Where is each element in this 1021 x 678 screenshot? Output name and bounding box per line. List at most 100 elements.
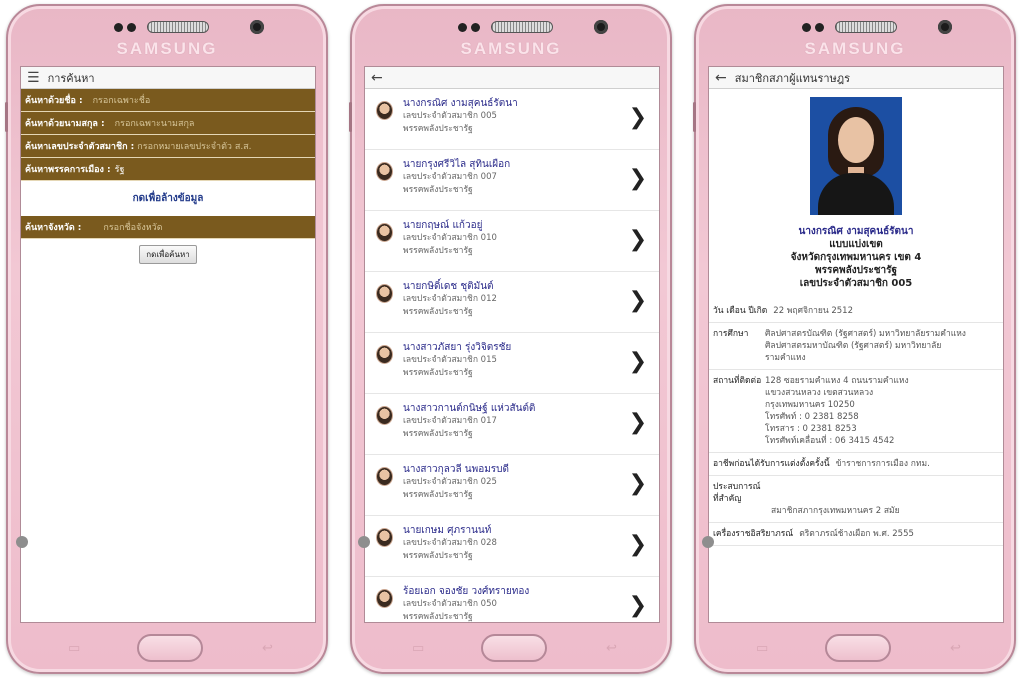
home-button[interactable] <box>481 634 547 662</box>
brand-logo: SAMSUNG <box>804 39 906 58</box>
back-arrow-icon[interactable]: ← <box>371 70 383 86</box>
contact-line: โทรศัพท์ : 0 2381 8258 <box>765 412 859 422</box>
field-label: ค้นหาจังหวัด : <box>25 223 82 233</box>
surname-search-input[interactable]: กรอกเฉพาะนามสกุล <box>115 116 195 130</box>
avatar <box>376 284 393 303</box>
sensor-icon <box>127 23 136 32</box>
contact-value: 128 ซอยรามคำแหง 4 ถนนรามคำแหง แขวงสวนหลว… <box>765 375 909 447</box>
list-item[interactable]: นายกษิดิ์เดช ชุติมันต์ เลขประจำตัวสมาชิก … <box>365 272 659 333</box>
member-name: นางกรณิศ งามสุคนธ์รัตนา <box>403 98 518 109</box>
sensor-icon <box>471 23 480 32</box>
back-key-icon[interactable]: ↩ <box>950 641 961 656</box>
chevron-right-icon[interactable]: ❯ <box>629 349 647 374</box>
avatar <box>376 345 393 364</box>
avatar <box>376 101 393 120</box>
list-item[interactable]: นางสาวกุลวลี นพอมรบดี เลขประจำตัวสมาชิก 0… <box>365 455 659 516</box>
chevron-right-icon[interactable]: ❯ <box>629 532 647 557</box>
member-id-search-row: ค้นหาเลขประจำตัวสมาชิก : กรอกหมายเลขประจ… <box>21 135 315 158</box>
volume-key <box>5 102 8 132</box>
back-key-icon[interactable]: ↩ <box>262 641 273 656</box>
member-district: จังหวัดกรุงเทพมหานคร เขต 4 <box>790 252 922 263</box>
volume-key <box>349 102 352 132</box>
list-item[interactable]: นายกฤษณ์ แก้วอยู่ เลขประจำตัวสมาชิก 010 พร… <box>365 211 659 272</box>
name-search-row: ค้นหาด้วยชื่อ : กรอกเฉพาะชื่อ <box>21 89 315 112</box>
education-row: การศึกษา ศิลปศาสตรบัณฑิต (รัฐศาสตร์) มหา… <box>709 323 1003 370</box>
chevron-right-icon[interactable]: ❯ <box>629 471 647 496</box>
sensor-icon <box>458 23 467 32</box>
chevron-right-icon[interactable]: ❯ <box>629 410 647 435</box>
member-name: นายกรุงศรีวิไล สุทินเผือก <box>403 159 511 170</box>
volume-key <box>693 102 696 132</box>
list-item[interactable]: นายเกษม ศุภรานนท์ เลขประจำตัวสมาชิก 028 พร… <box>365 516 659 577</box>
speaker-grille <box>147 21 209 33</box>
recent-apps-icon[interactable]: ▭ <box>68 641 80 656</box>
education-line: ศิลปศาสตรมหาบัณฑิต (รัฐศาสตร์) มหาวิทยาล… <box>765 341 942 351</box>
member-id: เลขประจำตัวสมาชิก 015 <box>403 355 497 365</box>
contact-line: แขวงสวนหลวง เขตสวนหลวง <box>765 388 874 398</box>
scroll-handle[interactable] <box>702 536 714 548</box>
contact-line: 128 ซอยรามคำแหง 4 ถนนรามคำแหง <box>765 376 909 386</box>
party-search-input[interactable]: รัฐ <box>115 162 125 176</box>
list-item[interactable]: นางสาวภัสยา รุ่งวิจิตรชัย เลขประจำตัวสมาช… <box>365 333 659 394</box>
education-line: รามคำแหง <box>765 353 806 363</box>
party-search-row: ค้นหาพรรคการเมือง : รัฐ <box>21 158 315 181</box>
back-arrow-icon[interactable]: ← <box>715 70 727 86</box>
birth-label: วัน เดือน ปีเกิด <box>713 306 768 316</box>
page-title: สมาชิกสภาผู้แทนราษฎร <box>734 71 851 85</box>
screen-member-detail: ← สมาชิกสภาผู้แทนราษฎร นางกรณิศ งามสุคนธ… <box>708 66 1004 623</box>
member-name: นางสาวกานต์กนิษฐ์ แห่วสันต์ติ <box>403 403 536 414</box>
chevron-right-icon[interactable]: ❯ <box>629 166 647 191</box>
experience-label: ประสบการณ์ที่สำคัญ <box>713 482 761 504</box>
recent-apps-icon[interactable]: ▭ <box>756 641 768 656</box>
chevron-right-icon[interactable]: ❯ <box>629 227 647 252</box>
brand-logo: SAMSUNG <box>460 39 562 58</box>
sensor-icon <box>802 23 811 32</box>
app-bar: ← <box>365 67 659 89</box>
clear-data-link[interactable]: กดเพื่อล้างข้อมูล <box>21 181 315 216</box>
member-name: นางกรณิศ งามสุคนธ์รัตนา <box>798 226 914 237</box>
list-item[interactable]: นางกรณิศ งามสุคนธ์รัตนาเลขประจำตัวสมาชิก… <box>365 89 659 150</box>
scroll-handle[interactable] <box>16 536 28 548</box>
app-bar: ☰ การค้นหา <box>21 67 315 89</box>
member-id-search-input[interactable]: กรอกหมายเลขประจำตัว ส.ส. <box>137 139 251 153</box>
phone-top-bezel: SAMSUNG <box>8 6 326 66</box>
scroll-handle[interactable] <box>358 536 370 548</box>
member-id: เลขประจำตัวสมาชิก 005 <box>799 278 913 289</box>
chevron-right-icon[interactable]: ❯ <box>629 288 647 313</box>
member-party: พรรคพลังประชารัฐ <box>403 490 473 500</box>
search-button[interactable]: กดเพื่อค้นหา <box>139 244 197 264</box>
home-button[interactable] <box>137 634 203 662</box>
decoration-label: เครื่องราชอิสริยาภรณ์ <box>713 529 794 539</box>
member-id: เลขประจำตัวสมาชิก 050 <box>403 599 497 609</box>
list-item[interactable]: ร้อยเอก จองชัย วงศ์ทรายทองเลขประจำตัวสมา… <box>365 577 659 622</box>
member-id: เลขประจำตัวสมาชิก 007 <box>403 172 497 182</box>
birth-value: 22 พฤศจิกายน 2512 <box>773 306 853 316</box>
list-item[interactable]: นายกรุงศรีวิไล สุทินเผือกเลขประจำตัวสมาช… <box>365 150 659 211</box>
phone-frame-search: SAMSUNG ☰ การค้นหา ค้นหาด้วยชื่อ : กรอกเ… <box>5 4 328 674</box>
member-id: เลขประจำตัวสมาชิก 005 <box>403 111 497 121</box>
avatar <box>376 406 393 425</box>
recent-apps-icon[interactable]: ▭ <box>412 641 424 656</box>
member-party: พรรคพลังประชารัฐ <box>403 307 473 317</box>
front-camera-icon <box>594 20 608 34</box>
name-search-input[interactable]: กรอกเฉพาะชื่อ <box>93 93 151 107</box>
page-title: การค้นหา <box>47 71 95 85</box>
previous-job-value: ข้าราชการการเมือง กทม. <box>835 459 930 469</box>
chevron-right-icon[interactable]: ❯ <box>629 105 647 130</box>
app-bar: ← สมาชิกสภาผู้แทนราษฎร <box>709 67 1003 89</box>
list-item[interactable]: นางสาวกานต์กนิษฐ์ แห่วสันต์ติ เลขประจำตัว… <box>365 394 659 455</box>
member-name: นายกฤษณ์ แก้วอยู่ <box>403 220 483 231</box>
member-name: ร้อยเอก จองชัย วงศ์ทรายทอง <box>403 586 530 597</box>
menu-icon[interactable]: ☰ <box>27 70 40 86</box>
phone-bottom-bezel: ▭ ↩ <box>696 628 1014 674</box>
contact-line: กรุงเทพมหานคร 10250 <box>765 400 855 410</box>
back-key-icon[interactable]: ↩ <box>606 641 617 656</box>
chevron-right-icon[interactable]: ❯ <box>629 593 647 618</box>
province-search-input[interactable]: กรอกชื่อจังหวัด <box>103 220 162 234</box>
screen-search: ☰ การค้นหา ค้นหาด้วยชื่อ : กรอกเฉพาะชื่อ… <box>20 66 316 623</box>
member-party: พรรคพลังประชารัฐ <box>814 265 897 276</box>
home-button[interactable] <box>825 634 891 662</box>
member-party: พรรคพลังประชารัฐ <box>403 185 473 195</box>
province-search-row: ค้นหาจังหวัด : กรอกชื่อจังหวัด <box>21 216 315 239</box>
experience-value: สมาชิกสภากรุงเทพมหานคร 2 สมัย <box>771 506 900 516</box>
